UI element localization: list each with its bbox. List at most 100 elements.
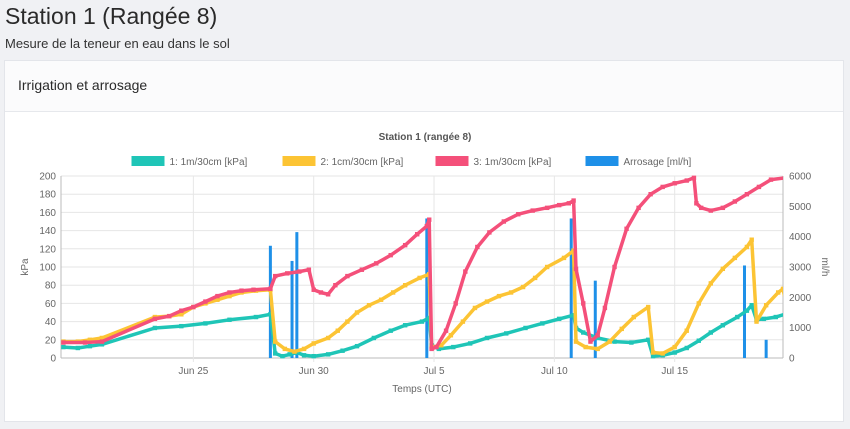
y-tick-right: 2000 — [789, 293, 812, 304]
series-1-marker — [749, 303, 754, 308]
series-3-marker — [443, 328, 449, 333]
legend-swatch — [435, 156, 469, 166]
series-3-marker — [239, 288, 244, 293]
series-1-marker — [773, 314, 778, 320]
series-1-marker — [325, 352, 331, 357]
series-1-marker — [354, 343, 360, 349]
series-1-marker — [672, 350, 677, 355]
series-3-marker — [487, 230, 492, 235]
series-3-marker — [530, 208, 535, 213]
legend-label: 3: 1m/30cm [kPa] — [474, 157, 552, 168]
series-2-marker — [841, 278, 845, 282]
series-2-marker — [754, 319, 759, 324]
series-3-marker — [463, 269, 468, 274]
series-2-marker — [325, 335, 331, 341]
series-3-marker — [636, 205, 641, 211]
series-3-marker — [834, 349, 838, 353]
series-3-marker — [684, 178, 689, 183]
series-2-marker — [378, 297, 384, 302]
y-tick-left: 40 — [45, 317, 57, 328]
series-3-marker — [566, 201, 572, 206]
series-1-marker — [272, 351, 278, 356]
series-3-marker — [434, 344, 439, 350]
series-3-marker — [624, 226, 629, 231]
series-1-marker — [684, 345, 689, 351]
series-2-marker — [520, 284, 526, 290]
series-2-marker — [508, 290, 514, 295]
series-2-marker — [301, 346, 307, 352]
series-3-marker — [402, 242, 408, 248]
series-3-marker — [708, 208, 713, 213]
series-1-marker — [735, 314, 740, 320]
series-3-marker — [191, 304, 196, 310]
series-2-marker — [345, 319, 350, 324]
series-3-marker — [82, 340, 88, 345]
series-1-marker — [451, 344, 456, 350]
series-2-marker — [532, 275, 538, 281]
series-3-marker — [475, 244, 480, 250]
y-tick-right: 6000 — [789, 172, 812, 183]
series-2-marker — [402, 283, 408, 288]
legend: 1: 1m/30cm [kPa] 2: 1cm/30cm [kPa] 3: 1m/3… — [131, 156, 692, 168]
y-tick-left: 60 — [45, 299, 57, 310]
series-3-marker — [427, 217, 432, 222]
series-2-marker — [708, 281, 713, 286]
series-1-marker — [540, 321, 545, 326]
series-3-marker — [698, 205, 704, 211]
series-1-marker — [523, 325, 528, 331]
series-1-marker — [556, 316, 562, 322]
series-3-marker — [179, 308, 184, 313]
series-3-marker — [272, 273, 278, 279]
series-1-marker — [371, 335, 377, 341]
series-3-marker — [783, 176, 787, 180]
y-tick-left: 200 — [39, 172, 56, 183]
series-3-marker — [556, 202, 562, 208]
y-tick-right: 4000 — [789, 232, 812, 243]
series-3-marker — [756, 184, 762, 190]
series-3-marker — [768, 177, 774, 182]
y-tick-left: 0 — [50, 354, 56, 365]
series-2-marker — [448, 333, 454, 338]
series-3-marker — [424, 223, 430, 229]
watering-spike — [569, 218, 573, 358]
series-3-marker — [672, 181, 677, 186]
series-1-marker — [61, 344, 66, 350]
y-axis-label-left: kPa — [20, 258, 31, 276]
watering-spike — [593, 280, 597, 358]
series-1-marker — [179, 323, 184, 329]
series-1-marker — [301, 353, 307, 358]
series-3-marker — [251, 287, 256, 292]
series-3-marker — [817, 176, 821, 180]
series-3-marker — [824, 177, 828, 181]
watering-spike — [290, 260, 294, 358]
legend-label: 2: 1cm/30cm [kPa] — [321, 157, 404, 168]
x-tick-label: Jun 30 — [299, 366, 329, 377]
x-axis-label: Temps (UTC) — [392, 384, 451, 395]
series-2-marker — [573, 339, 579, 344]
series-3-marker — [429, 346, 434, 352]
series-3-marker — [453, 301, 458, 306]
series-2-marker — [775, 290, 781, 295]
series-1-marker — [253, 314, 259, 320]
series-2-marker — [763, 303, 769, 308]
series-2-marker — [595, 346, 600, 352]
y-tick-left: 160 — [39, 208, 56, 219]
legend-label: Arrosage [ml/h] — [624, 157, 692, 168]
series-3-marker — [827, 351, 831, 355]
series-3-marker — [744, 192, 750, 197]
series-3-marker — [167, 313, 172, 319]
series-2-marker — [544, 264, 550, 270]
series-2-marker — [607, 339, 612, 344]
y-tick-right: 0 — [789, 354, 795, 365]
y-tick-left: 180 — [39, 190, 56, 201]
series-3-marker — [285, 271, 290, 276]
series-1-marker — [340, 348, 345, 353]
series-3-marker — [516, 212, 521, 217]
y-tick-left: 80 — [45, 281, 57, 292]
series-1-marker — [744, 308, 750, 313]
series-3-marker — [648, 192, 653, 197]
series-2-marker — [720, 266, 726, 272]
series-3-marker — [152, 316, 158, 322]
y-tick-right: 5000 — [789, 202, 812, 213]
series-2-marker — [311, 341, 316, 346]
